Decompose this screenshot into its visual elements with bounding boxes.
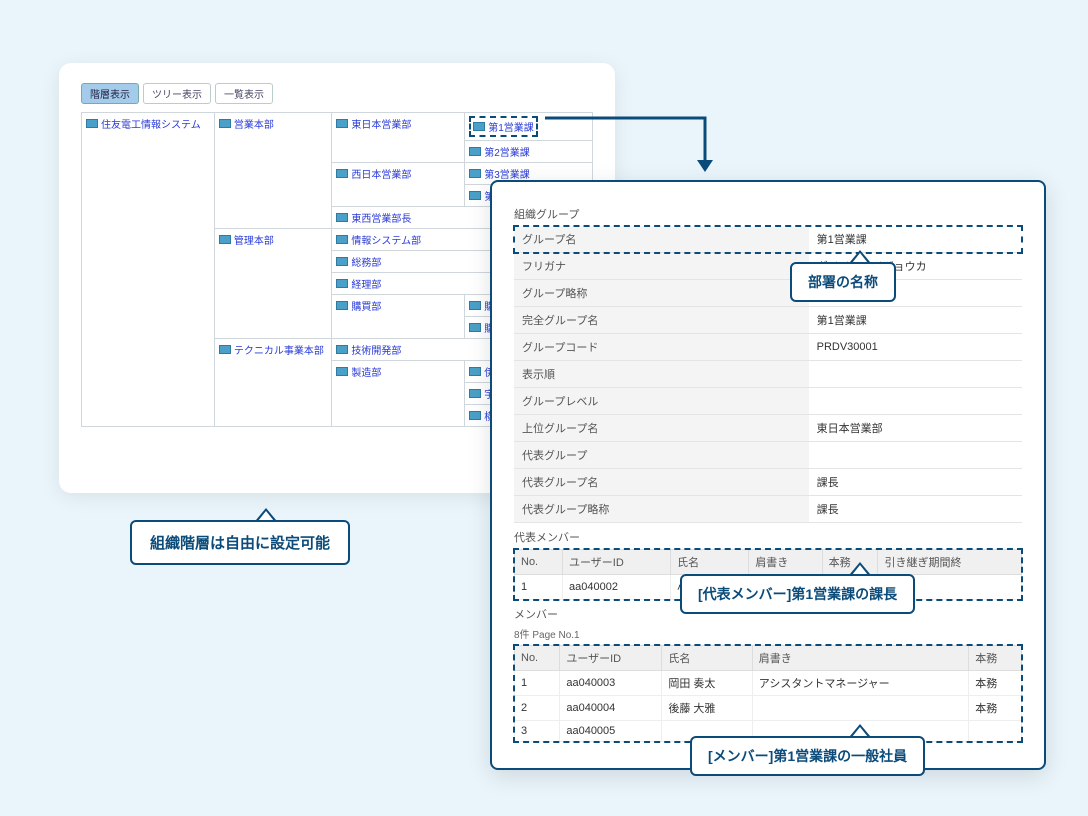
org-tech-hq[interactable]: テクニカル事業本部 [219,342,324,357]
member-table: No.ユーザーID氏名肩書き本務 1aa040003岡田 奏太アシスタントマネー… [514,645,1022,742]
callout-member: [メンバー]第1営業課の一般社員 [690,736,925,776]
callout-dept-name: 部署の名称 [790,262,896,302]
org-label: 住友電工情報システム [101,116,201,131]
org-sales1[interactable]: 第1営業課 [473,119,534,134]
org-it[interactable]: 情報システム部 [336,232,421,247]
callout-tail-dept [850,250,870,262]
tab-hierarchy[interactable]: 階層表示 [81,83,139,104]
org-acct[interactable]: 経理部 [336,276,381,291]
tab-tree[interactable]: ツリー表示 [143,83,211,104]
lbl-group-name: グループ名 [514,226,809,253]
tab-list[interactable]: 一覧表示 [215,83,273,104]
org-east-sales[interactable]: 東日本営業部 [336,116,411,131]
table-row[interactable]: 2aa040004後藤 大雅本務 [515,696,1022,721]
callout-tail-rep [850,562,870,574]
selected-org-box: 第1営業課 [469,116,538,137]
org-rd[interactable]: 技術開発部 [336,342,401,357]
org-west-sales[interactable]: 西日本営業部 [336,166,411,181]
table-row[interactable]: 1aa040003岡田 奏太アシスタントマネージャー本務 [515,671,1022,696]
section-rep-member: 代表メンバー [514,529,1022,545]
org-eastwest-mgr[interactable]: 東西営業部長 [336,210,411,225]
section-org-group: 組織グループ [514,206,1022,222]
org-icon [86,119,98,128]
org-sales-hq[interactable]: 営業本部 [219,116,274,131]
org-mfg[interactable]: 製造部 [336,364,381,379]
callout-rep-member: [代表メンバー]第1営業課の課長 [680,574,915,614]
org-sales3[interactable]: 第3営業課 [469,166,530,181]
org-admin-hq[interactable]: 管理本部 [219,232,274,247]
org-root[interactable]: 住友電工情報システム [86,116,201,131]
view-tabs: 階層表示 ツリー表示 一覧表示 [81,83,593,104]
detail-panel: 組織グループ グループ名第1営業課 フリガナダイイチエイギョウカ グループ略称第… [490,180,1046,770]
org-purch[interactable]: 購買部 [336,298,381,313]
org-ga[interactable]: 総務部 [336,254,381,269]
page-info: 8件 Page No.1 [514,626,1022,641]
val-group-name: 第1営業課 [809,226,1022,253]
group-info-table: グループ名第1営業課 フリガナダイイチエイギョウカ グループ略称第1営業課 完全… [514,226,1022,523]
org-sales2[interactable]: 第2営業課 [469,144,530,159]
callout-tail-left [256,508,276,520]
callout-hierarchy: 組織階層は自由に設定可能 [130,520,350,565]
callout-tail-mem [850,724,870,736]
